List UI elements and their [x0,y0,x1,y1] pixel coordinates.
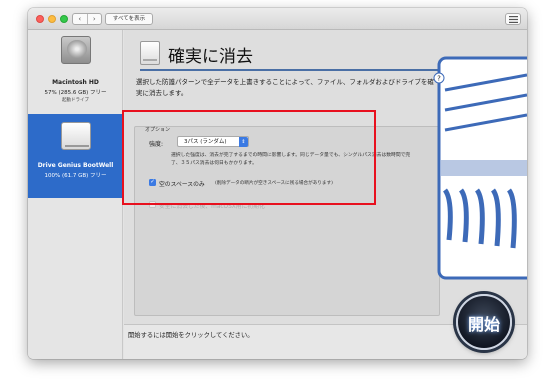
drive-sidebar: Macintosh HD 57% (285.6 GB) フリー 起動ドライブ D… [28,30,123,359]
page-title: 確実に消去 [168,47,253,67]
show-all-button[interactable]: すべてを表示 [105,13,153,25]
start-button-label: 開始 [467,315,500,334]
list-menu-button[interactable] [505,13,521,25]
drive-icon [140,41,160,65]
description-text: 選択した防護パターンで全データを上書きすることによって、ファイル、フォルダおよび… [136,78,434,97]
back-button[interactable]: ‹ [73,14,87,24]
minimize-button[interactable] [48,15,56,23]
list-icon [508,15,518,23]
status-text: 開始するには開始をクリックしてください。 [128,332,254,339]
title-bar: ‹ › すべてを表示 [28,8,527,30]
close-button[interactable] [36,15,44,23]
sidebar-item-macintosh-hd[interactable]: Macintosh HD 57% (285.6 GB) フリー 起動ドライブ [28,30,123,114]
decorative-artwork: ? [433,56,527,280]
drive-free-space: 57% (285.6 GB) フリー [44,90,107,96]
start-button[interactable]: 開始 [456,294,512,350]
title-divider [140,69,440,71]
nav-button-group: ‹ › [72,13,102,25]
zoom-button[interactable] [60,15,68,23]
artwork-band [441,160,527,176]
help-badge-label: ? [437,75,441,83]
drive-free-space: 100% (61.7 GB) フリー [44,173,107,179]
drive-name: Drive Genius BootWell [37,162,114,169]
sidebar-item-drive-genius-bootwell[interactable]: Drive Genius BootWell 100% (61.7 GB) フリー [28,114,123,198]
hard-drive-icon [61,36,91,64]
forward-button[interactable]: › [86,14,102,24]
external-drive-icon [61,122,91,150]
drive-name: Macintosh HD [52,79,99,86]
drive-kind: 起動ドライブ [62,98,89,103]
highlight-annotation-box [122,110,376,205]
